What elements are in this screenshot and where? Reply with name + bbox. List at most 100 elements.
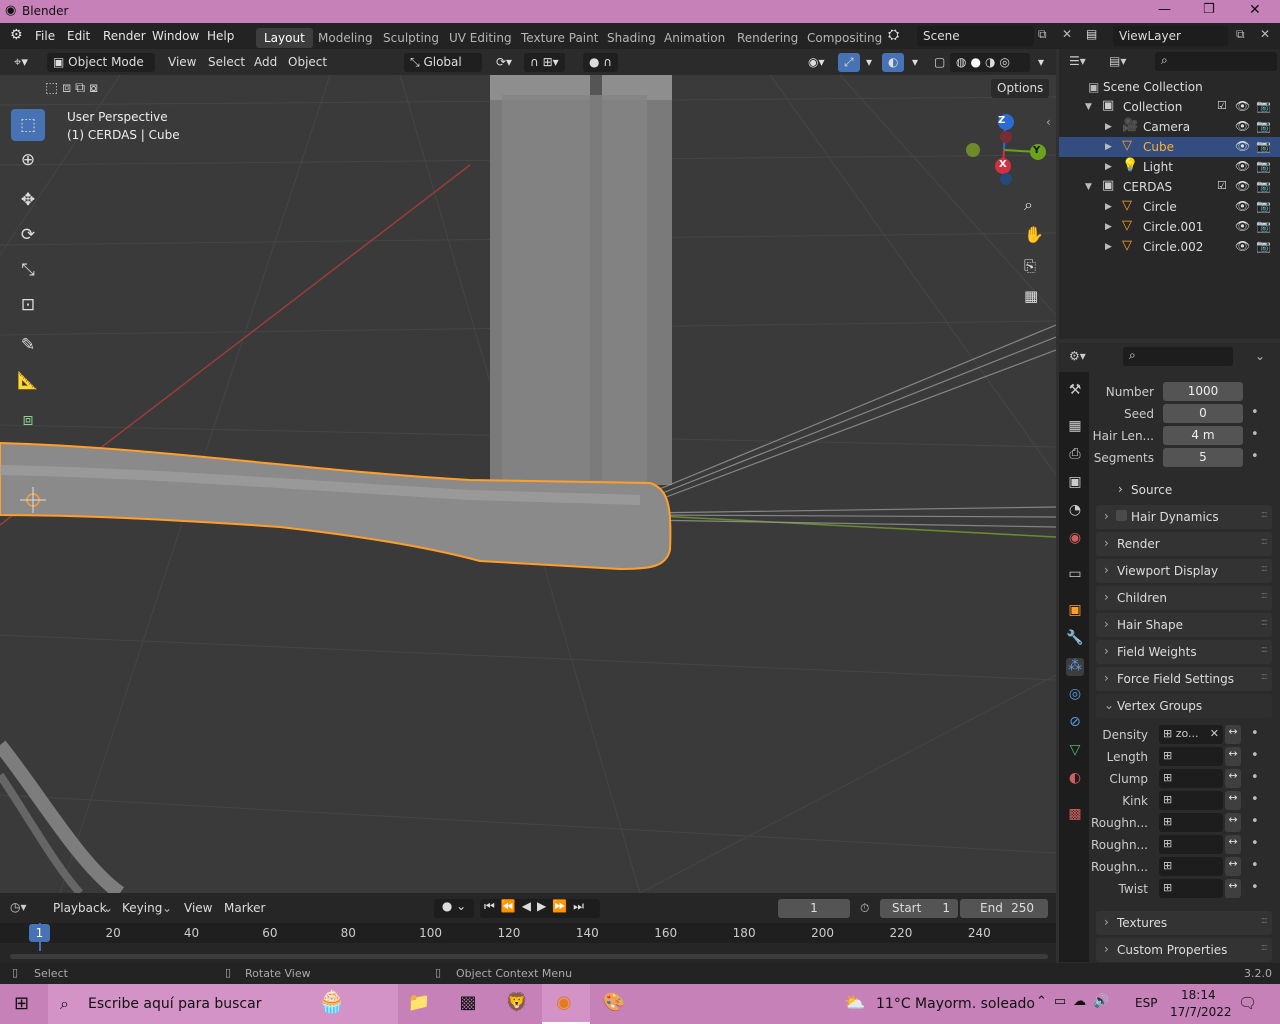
properties-editor-icon[interactable]: ⚙▾ <box>1069 349 1086 363</box>
tool-tab-icon[interactable]: ⚒ <box>1066 382 1084 400</box>
maximize-button[interactable]: ❐ <box>1203 2 1215 17</box>
tab-uv-editing[interactable]: UV Editing <box>441 28 520 48</box>
invert-toggle-icon[interactable]: ↔ <box>1225 813 1241 832</box>
tab-modeling[interactable]: Modeling <box>310 28 381 48</box>
invert-toggle-icon[interactable]: ↔ <box>1225 747 1241 766</box>
camera-view-icon[interactable]: ⎘ <box>1024 257 1036 275</box>
blender-menu-icon[interactable]: ⚙ <box>10 27 23 43</box>
scene-tab-icon[interactable]: ◔ <box>1066 502 1084 520</box>
windows-start-icon[interactable]: ⊞ <box>14 993 29 1014</box>
menu-help[interactable]: Help <box>207 29 234 43</box>
invert-toggle-icon[interactable]: ↔ <box>1225 879 1241 898</box>
end-frame-field[interactable]: End 250 <box>960 899 1048 918</box>
visibility-eye-icon[interactable]: 👁 <box>1235 99 1250 113</box>
outliner-row[interactable]: ▶ ▽ Circle.001 👁 📷 <box>1059 217 1280 237</box>
close-button[interactable]: ✕ <box>1249 2 1261 18</box>
outliner-editor-icon[interactable]: ☰▾ <box>1069 54 1086 68</box>
proportional-edit-icon[interactable]: ● ∩ <box>583 53 619 72</box>
measure-tool-icon[interactable]: 📐 <box>11 365 45 397</box>
app-icon[interactable]: ▩ <box>455 992 481 1018</box>
output-tab-icon[interactable]: ⎙ <box>1066 446 1084 464</box>
collapsed-panel[interactable]: › Hair Dynamics:::: <box>1096 505 1272 529</box>
visibility-eye-icon[interactable]: 👁 <box>1235 199 1250 213</box>
playhead-frame-label[interactable]: 1 <box>29 924 50 942</box>
modifier-tab-icon[interactable]: 🔧 <box>1066 630 1084 648</box>
mode-dropdown[interactable]: ▣ Object Mode ⌄ <box>47 53 155 83</box>
visibility-eye-icon[interactable]: 👁 <box>1235 119 1250 133</box>
exclude-checkbox-icon[interactable]: ☑ <box>1217 99 1227 112</box>
gizmo-toggle-icon[interactable]: ⤢ <box>838 53 860 72</box>
shading-dropdown-icon[interactable]: ▾ <box>1032 53 1050 72</box>
render-camera-icon[interactable]: 📷 <box>1256 179 1271 193</box>
textures-panel[interactable]: › Textures :::: <box>1096 911 1272 935</box>
zoom-icon[interactable]: ⌕ <box>1024 195 1033 215</box>
invert-toggle-icon[interactable]: ↔ <box>1225 769 1241 788</box>
autokey-button[interactable]: ● ⌄ <box>434 899 474 918</box>
keyframe-dot-icon[interactable]: • <box>1251 748 1259 763</box>
custom-properties-panel[interactable]: › Custom Properties :::: <box>1096 938 1272 962</box>
visibility-icon[interactable]: ◉▾ <box>802 53 831 72</box>
annotate-tool-icon[interactable]: ✎ <box>11 329 45 361</box>
outliner-row[interactable]: ▼ ▣ CERDAS ☑ 👁 📷 <box>1059 177 1280 197</box>
menu-view[interactable]: View <box>162 53 202 72</box>
collapsed-panel[interactable]: › Render:::: <box>1096 532 1272 556</box>
outliner-row[interactable]: ▼ ▣ Collection ☑ 👁 📷 <box>1059 97 1280 117</box>
vertex-group-field[interactable]: ⊞ <box>1159 857 1223 876</box>
blender-taskbar-button[interactable]: ◉ <box>542 984 590 1024</box>
render-camera-icon[interactable]: 📷 <box>1256 119 1271 133</box>
collapse-arrow-icon[interactable]: ▶ <box>1105 122 1112 132</box>
pivot-icon[interactable]: ⟳▾ <box>490 53 518 72</box>
collapse-arrow-icon[interactable]: ▶ <box>1105 222 1112 232</box>
tab-animation[interactable]: Animation <box>656 28 733 48</box>
number-field[interactable]: 5 <box>1163 448 1243 467</box>
language-indicator[interactable]: ESP <box>1135 996 1157 1010</box>
viewlayer-icon[interactable]: ▤ <box>1086 27 1097 41</box>
texture-tab-icon[interactable]: ▩ <box>1066 806 1084 824</box>
vertex-group-field[interactable]: ⊞ <box>1159 835 1223 854</box>
new-viewlayer-icon[interactable]: ⧉ <box>1236 27 1245 42</box>
transform-tool-icon[interactable]: ⊡ <box>11 289 45 321</box>
source-subpanel[interactable]: Source <box>1131 483 1172 497</box>
snap-icon[interactable]: ∩ ⊞▾ <box>524 53 565 72</box>
vertex-groups-panel[interactable]: ⌄ Vertex Groups <box>1096 694 1272 718</box>
visibility-eye-icon[interactable]: 👁 <box>1235 139 1250 153</box>
select-mode-buttons[interactable]: ⬚⧈⧉⧇ <box>45 80 102 96</box>
vertex-group-field[interactable]: ⊞ <box>1159 769 1223 788</box>
scene-icon[interactable]: ⛭ <box>888 27 899 43</box>
collapse-arrow-icon[interactable]: ▶ <box>1105 162 1112 172</box>
vertex-group-field[interactable]: ⊞ <box>1159 791 1223 810</box>
cursor-tool-icon[interactable]: ⊕ <box>11 144 45 176</box>
menu-object[interactable]: Object <box>282 53 333 72</box>
particles-tab-icon[interactable]: ⁂ <box>1066 658 1084 676</box>
file-explorer-icon[interactable]: 📁 <box>406 992 432 1018</box>
menu-view[interactable]: View <box>184 901 212 915</box>
vertex-group-field[interactable]: ⊞ zo... ✕ <box>1159 725 1223 744</box>
scale-tool-icon[interactable]: ⤡ <box>11 254 45 286</box>
invert-toggle-icon[interactable]: ↔ <box>1225 791 1241 810</box>
visibility-eye-icon[interactable]: 👁 <box>1235 179 1250 193</box>
world-tab-icon[interactable]: ◉ <box>1066 530 1084 548</box>
weather-text[interactable]: 11°C Mayorm. soleado <box>876 996 1035 1012</box>
collapsed-panel[interactable]: › Children:::: <box>1096 586 1272 610</box>
drag-grip-icon[interactable]: :::: <box>1261 915 1269 926</box>
viewlayer-field[interactable]: ViewLayer <box>1113 26 1228 46</box>
render-camera-icon[interactable]: 📷 <box>1256 99 1271 113</box>
collapsed-panel[interactable]: › Force Field Settings:::: <box>1096 667 1272 691</box>
visibility-eye-icon[interactable]: 👁 <box>1235 219 1250 233</box>
data-tab-icon[interactable]: ▽ <box>1066 742 1084 760</box>
outliner-row[interactable]: ▶ 🎥 Camera 👁 📷 <box>1059 117 1280 137</box>
drag-grip-icon[interactable]: :::: <box>1261 617 1269 628</box>
timeline-editor-icon[interactable]: ◷▾ <box>10 900 27 914</box>
scene-field[interactable]: Scene <box>917 26 1034 46</box>
gizmo-z-label[interactable]: Z <box>998 115 1005 126</box>
drag-grip-icon[interactable]: :::: <box>1261 509 1269 520</box>
playback-controls[interactable]: ⏮⏪◀▶⏩⏭ <box>480 899 600 918</box>
render-camera-icon[interactable]: 📷 <box>1256 139 1271 153</box>
constraints-tab-icon[interactable]: ⊘ <box>1066 714 1084 732</box>
clock-time[interactable]: 18:14 <box>1181 988 1216 1002</box>
rotate-tool-icon[interactable]: ⟳ <box>11 219 45 251</box>
tab-shading[interactable]: Shading <box>599 28 664 48</box>
scene-collection-label[interactable]: Scene Collection <box>1103 80 1203 94</box>
system-tray-icons[interactable]: ⌃▭☁🔊 <box>1036 994 1116 1009</box>
keyframe-dot-icon[interactable]: • <box>1251 814 1259 829</box>
